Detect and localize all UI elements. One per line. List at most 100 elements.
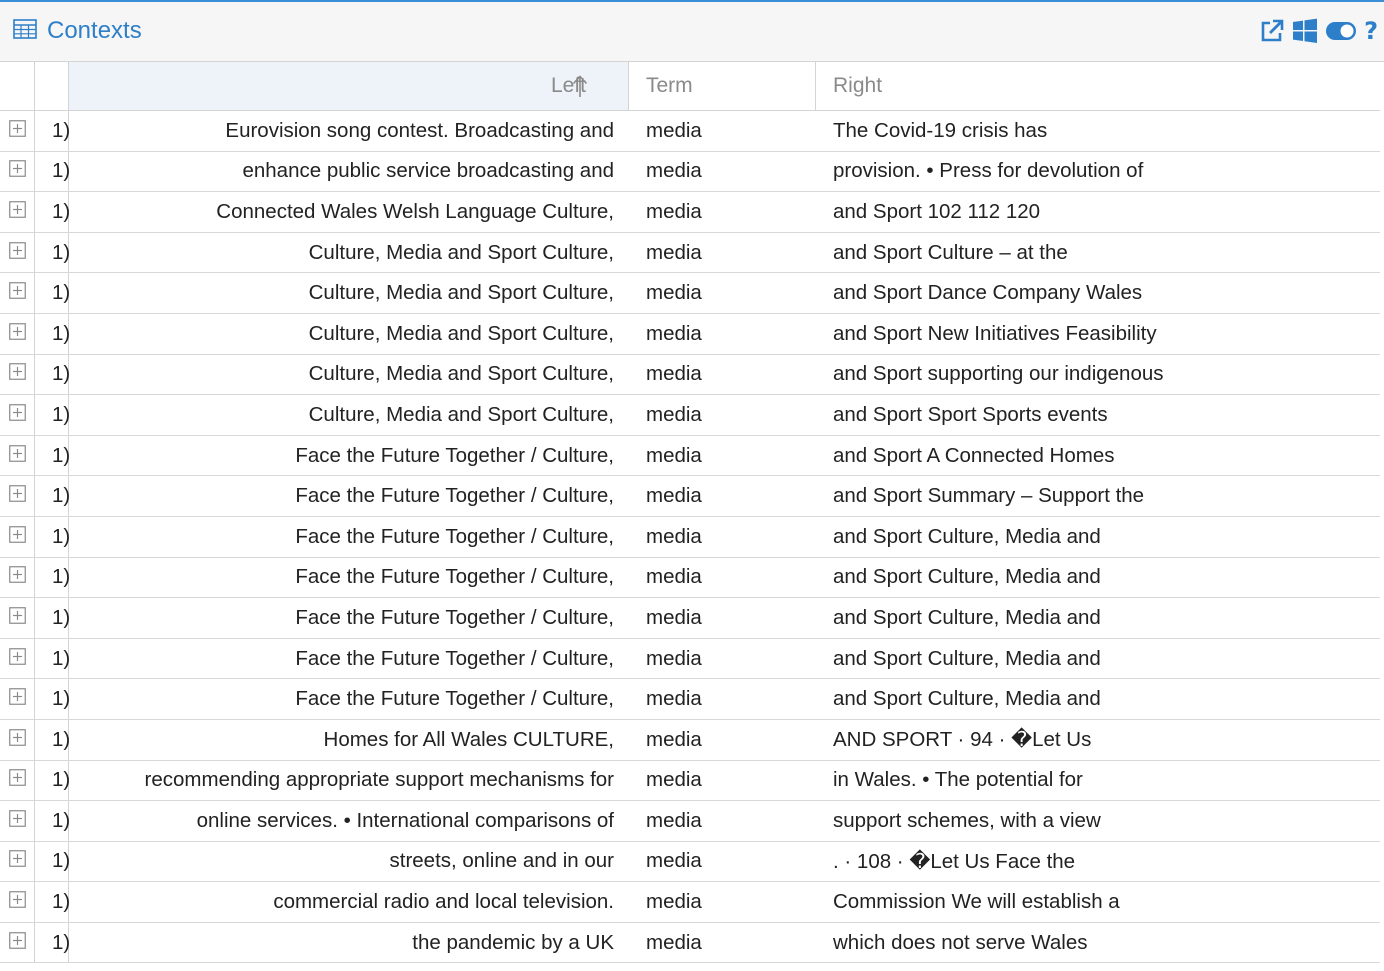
row-expander[interactable] (0, 232, 35, 273)
cell-left-context: Culture, Media and Sport Culture, (308, 321, 614, 345)
row-expander[interactable] (0, 922, 35, 963)
cell-left-context: enhance public service broadcasting and (242, 159, 614, 183)
row-expander[interactable] (0, 192, 35, 232)
cell-right-context: . · 108 · �Let Us Face the (833, 849, 1076, 873)
row-expander[interactable] (0, 476, 35, 516)
expand-plus-icon[interactable] (8, 606, 26, 630)
table-row[interactable]: 1) Face the Future Together / Culture, med… (0, 557, 1380, 599)
cell-right-context: and Sport supporting our indigenous (833, 362, 1164, 386)
table-row[interactable]: 1) Culture, Media and Sport Culture, media… (0, 354, 1380, 396)
grid-header-row: Left Term Right (0, 62, 1380, 111)
row-expander[interactable] (0, 638, 35, 679)
row-number: 1) (35, 598, 70, 638)
row-number: 1) (35, 435, 70, 476)
help-icon[interactable]: ? (1364, 19, 1378, 43)
column-header-right[interactable]: Right (817, 62, 1380, 110)
cell-term: media (646, 240, 702, 264)
expand-plus-icon[interactable] (8, 931, 26, 955)
table-row[interactable]: 1) Face the Future Together / Culture, med… (0, 638, 1380, 680)
expand-plus-icon[interactable] (8, 241, 26, 265)
cell-left-context: the pandemic by a UK (412, 930, 614, 954)
expand-plus-icon[interactable] (8, 890, 26, 914)
expand-plus-icon[interactable] (8, 525, 26, 549)
table-row[interactable]: 1) Culture, Media and Sport Culture, media… (0, 313, 1380, 355)
row-number: 1) (35, 476, 70, 516)
row-number: 1) (35, 882, 70, 922)
cell-right-context: and Sport Culture, Media and (833, 646, 1101, 670)
expand-plus-icon[interactable] (8, 728, 26, 752)
row-number: 1) (35, 679, 70, 719)
table-row[interactable]: 1) online services. • International compa… (0, 801, 1380, 842)
table-row[interactable]: 1) Face the Future Together / Culture, med… (0, 679, 1380, 720)
cell-term: media (646, 646, 702, 670)
column-header-left[interactable]: Left (69, 62, 629, 110)
row-expander[interactable] (0, 801, 35, 841)
panel-title-wrap: Contexts (13, 17, 142, 45)
toggle-icon[interactable] (1325, 20, 1357, 42)
cell-term: media (646, 362, 702, 386)
table-row[interactable]: 1) commercial radio and local television.… (0, 882, 1380, 923)
row-expander[interactable] (0, 557, 35, 598)
row-expander[interactable] (0, 395, 35, 435)
windows-icon[interactable] (1292, 18, 1318, 44)
expand-plus-icon[interactable] (8, 403, 26, 427)
row-expander[interactable] (0, 719, 35, 760)
row-number: 1) (35, 841, 70, 882)
cell-right-context: and Sport Culture, Media and (833, 605, 1101, 629)
row-number: 1) (35, 516, 70, 557)
expand-plus-icon[interactable] (8, 768, 26, 792)
external-link-icon[interactable] (1259, 18, 1285, 44)
cell-left-context: Culture, Media and Sport Culture, (308, 402, 614, 426)
expand-plus-icon[interactable] (8, 119, 26, 143)
row-expander[interactable] (0, 516, 35, 557)
table-row[interactable]: 1) Connected Wales Welsh Language Culture… (0, 192, 1380, 233)
table-row[interactable]: 1) Face the Future Together / Culture, med… (0, 516, 1380, 558)
row-expander[interactable] (0, 273, 35, 313)
cell-term: media (646, 118, 702, 142)
table-row[interactable]: 1) Face the Future Together / Culture, med… (0, 598, 1380, 639)
row-expander[interactable] (0, 354, 35, 395)
expand-plus-icon[interactable] (8, 849, 26, 873)
table-row[interactable]: 1) Culture, Media and Sport Culture, media… (0, 273, 1380, 314)
table-row[interactable]: 1) Face the Future Together / Culture, med… (0, 476, 1380, 517)
expand-plus-icon[interactable] (8, 484, 26, 508)
row-number: 1) (35, 557, 70, 598)
expand-plus-icon[interactable] (8, 159, 26, 183)
table-row[interactable]: 1) Eurovision song contest. Broadcasting … (0, 111, 1380, 152)
expand-plus-icon[interactable] (8, 281, 26, 305)
row-number: 1) (35, 719, 70, 760)
expand-plus-icon[interactable] (8, 565, 26, 589)
table-row[interactable]: 1) Face the Future Together / Culture, med… (0, 435, 1380, 477)
table-row[interactable]: 1) Culture, Media and Sport Culture, media… (0, 395, 1380, 436)
table-row[interactable]: 1) the pandemic by a UK media which does no… (0, 922, 1380, 964)
row-expander[interactable] (0, 435, 35, 476)
table-row[interactable]: 1) recommending appropriate support mecha… (0, 760, 1380, 802)
expand-plus-icon[interactable] (8, 444, 26, 468)
table-row[interactable]: 1) Culture, Media and Sport Culture, media… (0, 232, 1380, 274)
expand-plus-icon[interactable] (8, 809, 26, 833)
table-row[interactable]: 1) streets, online and in our media . · 108… (0, 841, 1380, 883)
cell-left-context: Face the Future Together / Culture, (295, 605, 614, 629)
cell-right-context: and Sport A Connected Homes (833, 443, 1115, 467)
panel-tools: ? (1259, 18, 1378, 44)
cell-term: media (646, 321, 702, 345)
expand-plus-icon[interactable] (8, 362, 26, 386)
row-expander[interactable] (0, 679, 35, 719)
row-expander[interactable] (0, 760, 35, 801)
row-expander[interactable] (0, 111, 35, 151)
expand-plus-icon[interactable] (8, 200, 26, 224)
cell-left-context: Eurovision song contest. Broadcasting an… (225, 118, 614, 142)
row-number: 1) (35, 313, 70, 354)
row-expander[interactable] (0, 841, 35, 882)
row-expander[interactable] (0, 313, 35, 354)
column-header-term[interactable]: Term (630, 62, 816, 110)
expand-plus-icon[interactable] (8, 647, 26, 671)
expand-plus-icon[interactable] (8, 687, 26, 711)
expand-plus-icon[interactable] (8, 322, 26, 346)
row-expander[interactable] (0, 882, 35, 922)
table-row[interactable]: 1) Homes for All Wales CULTURE, media AND S… (0, 719, 1380, 761)
table-row[interactable]: 1) enhance public service broadcasting an… (0, 151, 1380, 193)
row-expander[interactable] (0, 598, 35, 638)
panel-title: Contexts (47, 17, 142, 44)
row-expander[interactable] (0, 151, 35, 192)
